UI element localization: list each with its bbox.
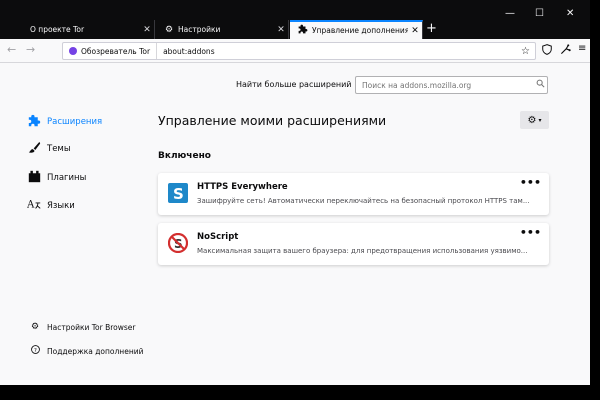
tab-close-icon[interactable]: ✕ [140,25,154,35]
url-input[interactable]: about:addons [157,47,521,56]
page-title: Управление моими расширениями [158,113,387,128]
tools-menu-button[interactable]: ⚙ ▾ [520,111,549,129]
more-options-icon[interactable]: ••• [520,176,541,189]
addons-search-input[interactable]: Поиск на addons.mozilla.org [355,76,548,94]
back-arrow-icon[interactable]: ← [7,43,16,57]
gear-icon: ⚙ [527,114,537,126]
sidebar-item-languages[interactable]: A Языки [26,198,75,214]
addons-manager-page: Найти больше расширений Поиск на addons.… [0,64,590,385]
search-icon[interactable] [533,79,547,91]
find-more-label: Найти больше расширений [236,80,352,89]
identity-label: Обозреватель Tor [81,46,151,56]
hamburger-menu-icon[interactable]: ≡ [578,43,586,54]
brush-icon [27,141,41,157]
identity-box[interactable]: Обозреватель Tor [63,43,158,59]
help-icon: ? [30,345,40,357]
puzzle-icon [27,114,41,130]
tor-browser-settings-link[interactable]: ⚙ Настройки Tor Browser [30,322,136,332]
sidebar-item-extensions[interactable]: Расширения [27,114,102,130]
addon-card-https-everywhere[interactable]: S HTTPS Everywhere Зашифруйте сеть! Авто… [158,173,549,215]
maximize-button[interactable]: ☐ [535,8,544,19]
svg-text:?: ? [33,348,36,354]
tab-title: Управление дополнениями [312,26,408,35]
tab-about-tor[interactable]: О проекте Tor ✕ [22,20,155,39]
bookmark-star-icon[interactable]: ☆ [521,46,535,57]
window-close-button[interactable]: ✕ [566,8,574,19]
shield-icon[interactable] [542,44,552,58]
minimize-button[interactable]: — [505,8,515,19]
svg-text:A: A [27,200,35,211]
browser-window: О проекте Tor ✕ ⚙ Настройки ✕ Управление… [0,0,590,385]
more-options-icon[interactable]: ••• [520,226,541,239]
addons-support-link[interactable]: ? Поддержка дополнений [30,345,143,357]
tor-circuit-icon[interactable] [560,44,571,58]
sidebar-footer-label: Настройки Tor Browser [47,322,136,332]
noscript-icon: S [168,233,188,253]
addon-description: Максимальная защита вашего браузера: для… [197,247,528,255]
new-tab-button[interactable]: + [426,20,437,38]
tab-close-icon[interactable]: ✕ [274,25,288,35]
sidebar-item-themes[interactable]: Темы [27,141,71,157]
chevron-down-icon: ▾ [538,116,542,124]
language-icon: A [26,198,41,214]
tab-settings[interactable]: ⚙ Настройки ✕ [156,20,289,39]
tab-close-icon[interactable]: ✕ [408,26,422,36]
sidebar-item-label: Плагины [47,173,87,183]
navigation-toolbar: ← → Обозреватель Tor about:addons ☆ ≡ [0,39,590,63]
addon-card-noscript[interactable]: S NoScript Максимальная защита вашего бр… [158,223,549,265]
sidebar-item-label: Языки [47,201,75,211]
svg-text:S: S [173,185,184,203]
tab-addons-manager[interactable]: Управление дополнениями ✕ [290,20,423,39]
sidebar-footer-label: Поддержка дополнений [47,346,144,356]
sidebar-item-label: Расширения [47,117,103,127]
plugin-icon [27,170,41,186]
addon-name: HTTPS Everywhere [197,182,288,192]
url-bar[interactable]: Обозреватель Tor about:addons ☆ [62,42,536,60]
forward-arrow-icon[interactable]: → [26,43,35,57]
puzzle-icon [298,24,308,37]
tor-onion-icon [69,47,77,55]
section-heading-enabled: Включено [158,151,211,161]
https-everywhere-icon: S [168,183,188,203]
addon-name: NoScript [197,232,239,242]
tab-title: О проекте Tor [30,25,85,34]
search-placeholder: Поиск на addons.mozilla.org [362,80,472,90]
tab-title: Настройки [178,25,221,34]
addon-description: Зашифруйте сеть! Автоматически переключа… [197,197,530,205]
sidebar-item-label: Темы [47,144,71,154]
sidebar-item-plugins[interactable]: Плагины [27,170,86,186]
gear-icon: ⚙ [30,322,40,332]
gear-icon: ⚙ [164,24,174,35]
tab-strip: О проекте Tor ✕ ⚙ Настройки ✕ Управление… [0,0,590,39]
